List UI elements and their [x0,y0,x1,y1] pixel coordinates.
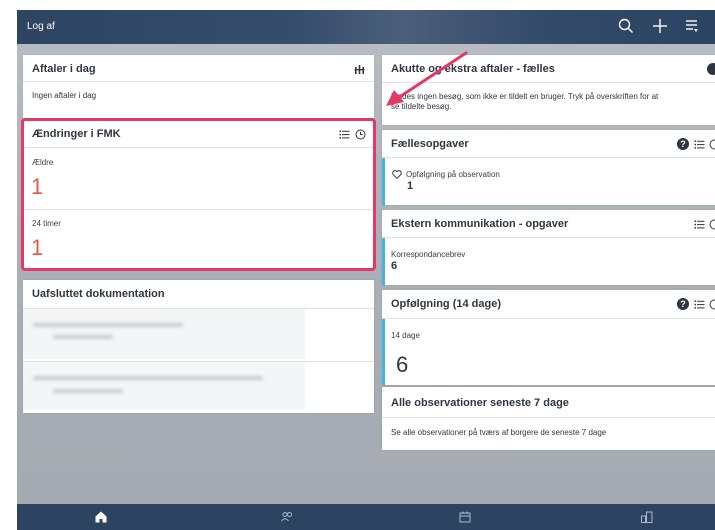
faelles-card[interactable]: Fællesopgaver ? Opfølgning på observatio… [382,130,715,205]
logout-button[interactable]: Log af [27,21,55,32]
blurred-text [33,323,183,327]
ekstern-card[interactable]: Ekstern kommunikation - opgaver Korrespo… [382,210,715,285]
home-icon[interactable] [94,510,108,524]
opfolgning-item-value: 6 [396,352,409,377]
ekstern-item-value: 6 [391,260,398,272]
akutte-text-line2: se tildelte besøg. [391,102,452,111]
observationer-text: Se alle observationer på tværs af borger… [391,428,607,437]
heart-icon [392,170,402,179]
highlight-box [21,118,376,271]
ekstern-item[interactable]: Korrespondancebrev 6 [385,238,715,285]
help-icon[interactable] [707,63,715,75]
uafsluttet-item-blurred[interactable] [23,309,305,359]
bottom-nav [17,504,715,530]
aftaler-empty-text: Ingen aftaler i dag [32,91,97,100]
list-icon[interactable] [694,219,705,230]
clock-icon[interactable] [709,139,715,150]
ekstern-title[interactable]: Ekstern kommunikation - opgaver [391,218,568,230]
faelles-item[interactable]: Opfølgning på observation 1 [385,158,715,205]
top-bar: Log af [17,10,715,44]
calendar-icon[interactable] [458,510,472,524]
svg-text:?: ? [680,139,686,149]
clock-icon[interactable] [709,299,715,310]
aftaler-card[interactable]: Aftaler i dag Ingen aftaler i dag [23,55,374,118]
help-icon[interactable]: ? [677,138,689,150]
plus-icon[interactable] [651,17,669,35]
observationer-title[interactable]: Alle observationer seneste 7 dage [391,397,569,409]
blurred-text [53,335,113,339]
buildings-icon[interactable] [640,510,654,524]
svg-text:?: ? [680,299,686,309]
uafsluttet-title[interactable]: Uafsluttet dokumentation [32,288,165,300]
uafsluttet-card[interactable]: Uafsluttet dokumentation [23,280,374,413]
aftaler-divider [23,81,374,82]
blurred-text [33,376,263,380]
akutte-card[interactable]: Akutte og ekstra aftaler - fælles Findes… [382,55,715,125]
opfolgning-card[interactable]: Opfølgning (14 dage) ? 14 dage 6 [382,290,715,385]
list-icon[interactable] [694,299,705,310]
opfolgning-item[interactable]: 14 dage 6 [385,319,715,385]
people-icon[interactable] [280,510,294,524]
observationer-card[interactable]: Alle observationer seneste 7 dage Se all… [382,387,715,450]
search-icon[interactable] [617,17,635,35]
akutte-title[interactable]: Akutte og ekstra aftaler - fælles [391,63,555,75]
help-icon[interactable]: ? [677,298,689,310]
uafsluttet-item-blurred[interactable] [23,362,305,410]
observationer-divider [382,417,715,418]
faelles-item-value: 1 [407,180,414,192]
opfolgning-item-label: 14 dage [391,331,420,340]
list-filter-icon[interactable] [683,17,701,35]
blurred-text [53,389,123,393]
faelles-title[interactable]: Fællesopgaver [391,138,469,150]
akutte-divider [382,82,715,83]
ekstern-item-label: Korrespondancebrev [391,250,466,259]
akutte-text-line1: Findes ingen besøg, som ikke er tildelt … [391,92,659,101]
list-icon[interactable] [694,139,705,150]
faelles-item-label: Opfølgning på observation [406,170,500,179]
aftaler-title[interactable]: Aftaler i dag [32,63,96,75]
opfolgning-title[interactable]: Opfølgning (14 dage) [391,298,501,310]
people-filter-icon[interactable] [354,64,365,75]
clock-icon[interactable] [709,219,715,230]
